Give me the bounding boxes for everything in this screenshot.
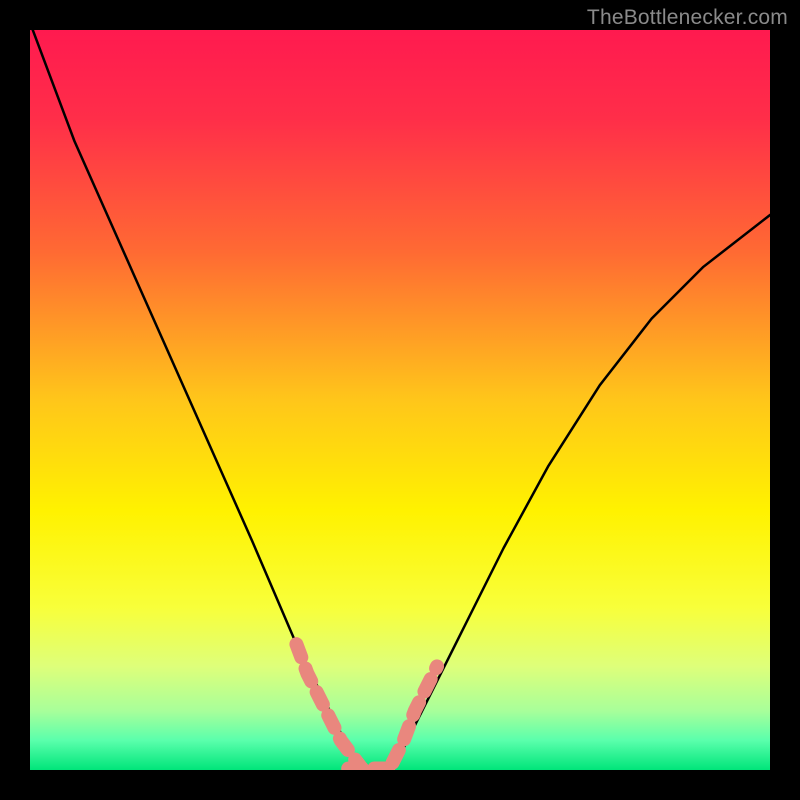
plot-area xyxy=(30,30,770,770)
highlight-left-highlight xyxy=(296,644,363,770)
chart-container: TheBottlenecker.com xyxy=(0,0,800,800)
chart-curves-layer xyxy=(30,30,770,770)
curve-left-curve xyxy=(30,30,363,770)
highlight-right-highlight xyxy=(393,666,437,762)
watermark-text: TheBottlenecker.com xyxy=(587,6,788,30)
curve-right-curve xyxy=(385,215,770,770)
